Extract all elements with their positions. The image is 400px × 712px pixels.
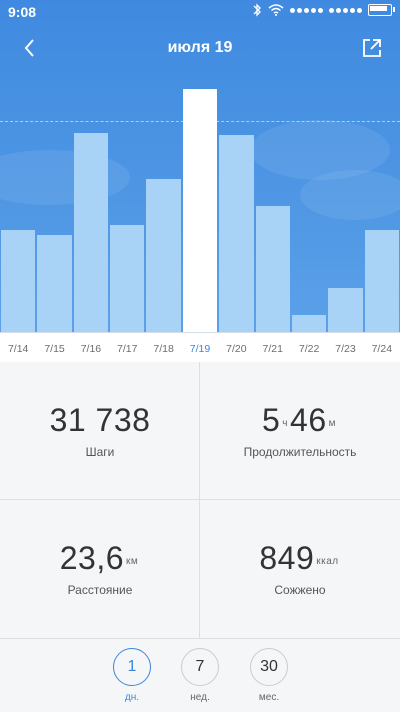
period-selector: 1 дн. 7 нед. 30 мес. <box>0 638 400 712</box>
signal-icon <box>329 7 362 13</box>
period-month-circle: 30 <box>250 648 288 686</box>
chart-x-axis: 7/14 7/15 7/16 7/17 7/18 7/19 7/20 7/21 7/22 7/23… <box>0 333 400 362</box>
distance-stat: 23,6 км Расстояние <box>0 500 200 638</box>
distance-value: 23,6 км <box>0 540 200 577</box>
duration-minutes-unit: м <box>328 418 336 429</box>
duration-value: 5 ч46 м <box>200 402 400 439</box>
distance-label: Расстояние <box>67 583 133 597</box>
chart-x-tick-label[interactable]: 7/21 <box>255 343 291 355</box>
calories-number: 849 <box>259 540 315 576</box>
chart-x-tick-label[interactable]: 7/20 <box>218 343 254 355</box>
chart-x-tick-label[interactable]: 7/22 <box>291 343 327 355</box>
distance-number: 23,6 <box>59 540 125 576</box>
chart-bar[interactable] <box>219 135 254 332</box>
chart-x-tick-label[interactable]: 7/23 <box>327 343 363 355</box>
activity-header-panel: 9:08 июля 19 <box>0 0 400 362</box>
wifi-icon <box>268 4 284 16</box>
steps-value: 31 738 <box>49 402 151 438</box>
period-week-circle: 7 <box>181 648 219 686</box>
divider <box>0 499 400 500</box>
divider <box>199 362 200 638</box>
chart-x-tick-label[interactable]: 7/14 <box>0 343 36 355</box>
steps-label: Шаги <box>85 445 115 459</box>
distance-unit: км <box>126 556 139 567</box>
period-day-button[interactable]: 1 дн. <box>112 648 152 703</box>
stats-grid: 31 738 Шаги 5 ч46 м Продолжительность 23,6… <box>0 362 400 638</box>
duration-minutes: 46 <box>290 402 327 438</box>
chart-x-tick-label[interactable]: 7/15 <box>37 343 73 355</box>
chart-x-tick-label[interactable]: 7/19 <box>182 343 218 355</box>
calories-stat: 849 ккал Сожжено <box>200 500 400 638</box>
bluetooth-icon <box>253 3 261 17</box>
period-month-label: мес. <box>258 692 280 703</box>
chart-x-tick-label[interactable]: 7/17 <box>109 343 145 355</box>
chart-x-tick-label[interactable]: 7/18 <box>146 343 182 355</box>
chart-bar[interactable] <box>110 225 145 332</box>
status-bar: 9:08 <box>0 0 400 24</box>
chart-baseline <box>0 332 400 333</box>
steps-stat: 31 738 Шаги <box>0 362 200 500</box>
page-title: июля 19 <box>167 39 233 56</box>
calories-label: Сожжено <box>274 583 326 597</box>
status-time: 9:08 <box>8 4 37 20</box>
chart-x-tick-label[interactable]: 7/24 <box>364 343 400 355</box>
chart-x-tick-label[interactable]: 7/16 <box>73 343 109 355</box>
chart-bar[interactable] <box>255 206 290 332</box>
period-day-label: дн. <box>124 692 140 703</box>
period-week-button[interactable]: 7 нед. <box>180 648 220 703</box>
chart-bar[interactable] <box>146 179 181 332</box>
period-week-label: нед. <box>190 692 210 703</box>
calories-value: 849 ккал <box>200 540 400 577</box>
share-button[interactable] <box>360 36 384 60</box>
duration-hours: 5 <box>262 402 281 438</box>
battery-icon <box>368 4 395 16</box>
steps-bar-chart <box>0 80 400 332</box>
share-icon <box>363 39 381 57</box>
chart-bar[interactable] <box>1 230 36 332</box>
chart-bar[interactable] <box>291 315 327 332</box>
duration-label: Продолжительность <box>243 445 357 459</box>
chart-bar[interactable] <box>182 89 218 332</box>
chart-bar[interactable] <box>364 230 399 332</box>
calories-unit: ккал <box>316 556 339 567</box>
chart-bar[interactable] <box>37 235 72 332</box>
duration-hours-unit: ч <box>282 418 289 429</box>
status-icons <box>252 3 395 17</box>
top-bar: июля 19 <box>0 30 400 66</box>
period-day-circle: 1 <box>113 648 151 686</box>
duration-stat: 5 ч46 м Продолжительность <box>200 362 400 500</box>
signal-icon <box>290 7 323 13</box>
period-month-button[interactable]: 30 мес. <box>249 648 289 703</box>
chart-bar[interactable] <box>73 133 109 332</box>
chart-bar[interactable] <box>328 288 363 332</box>
